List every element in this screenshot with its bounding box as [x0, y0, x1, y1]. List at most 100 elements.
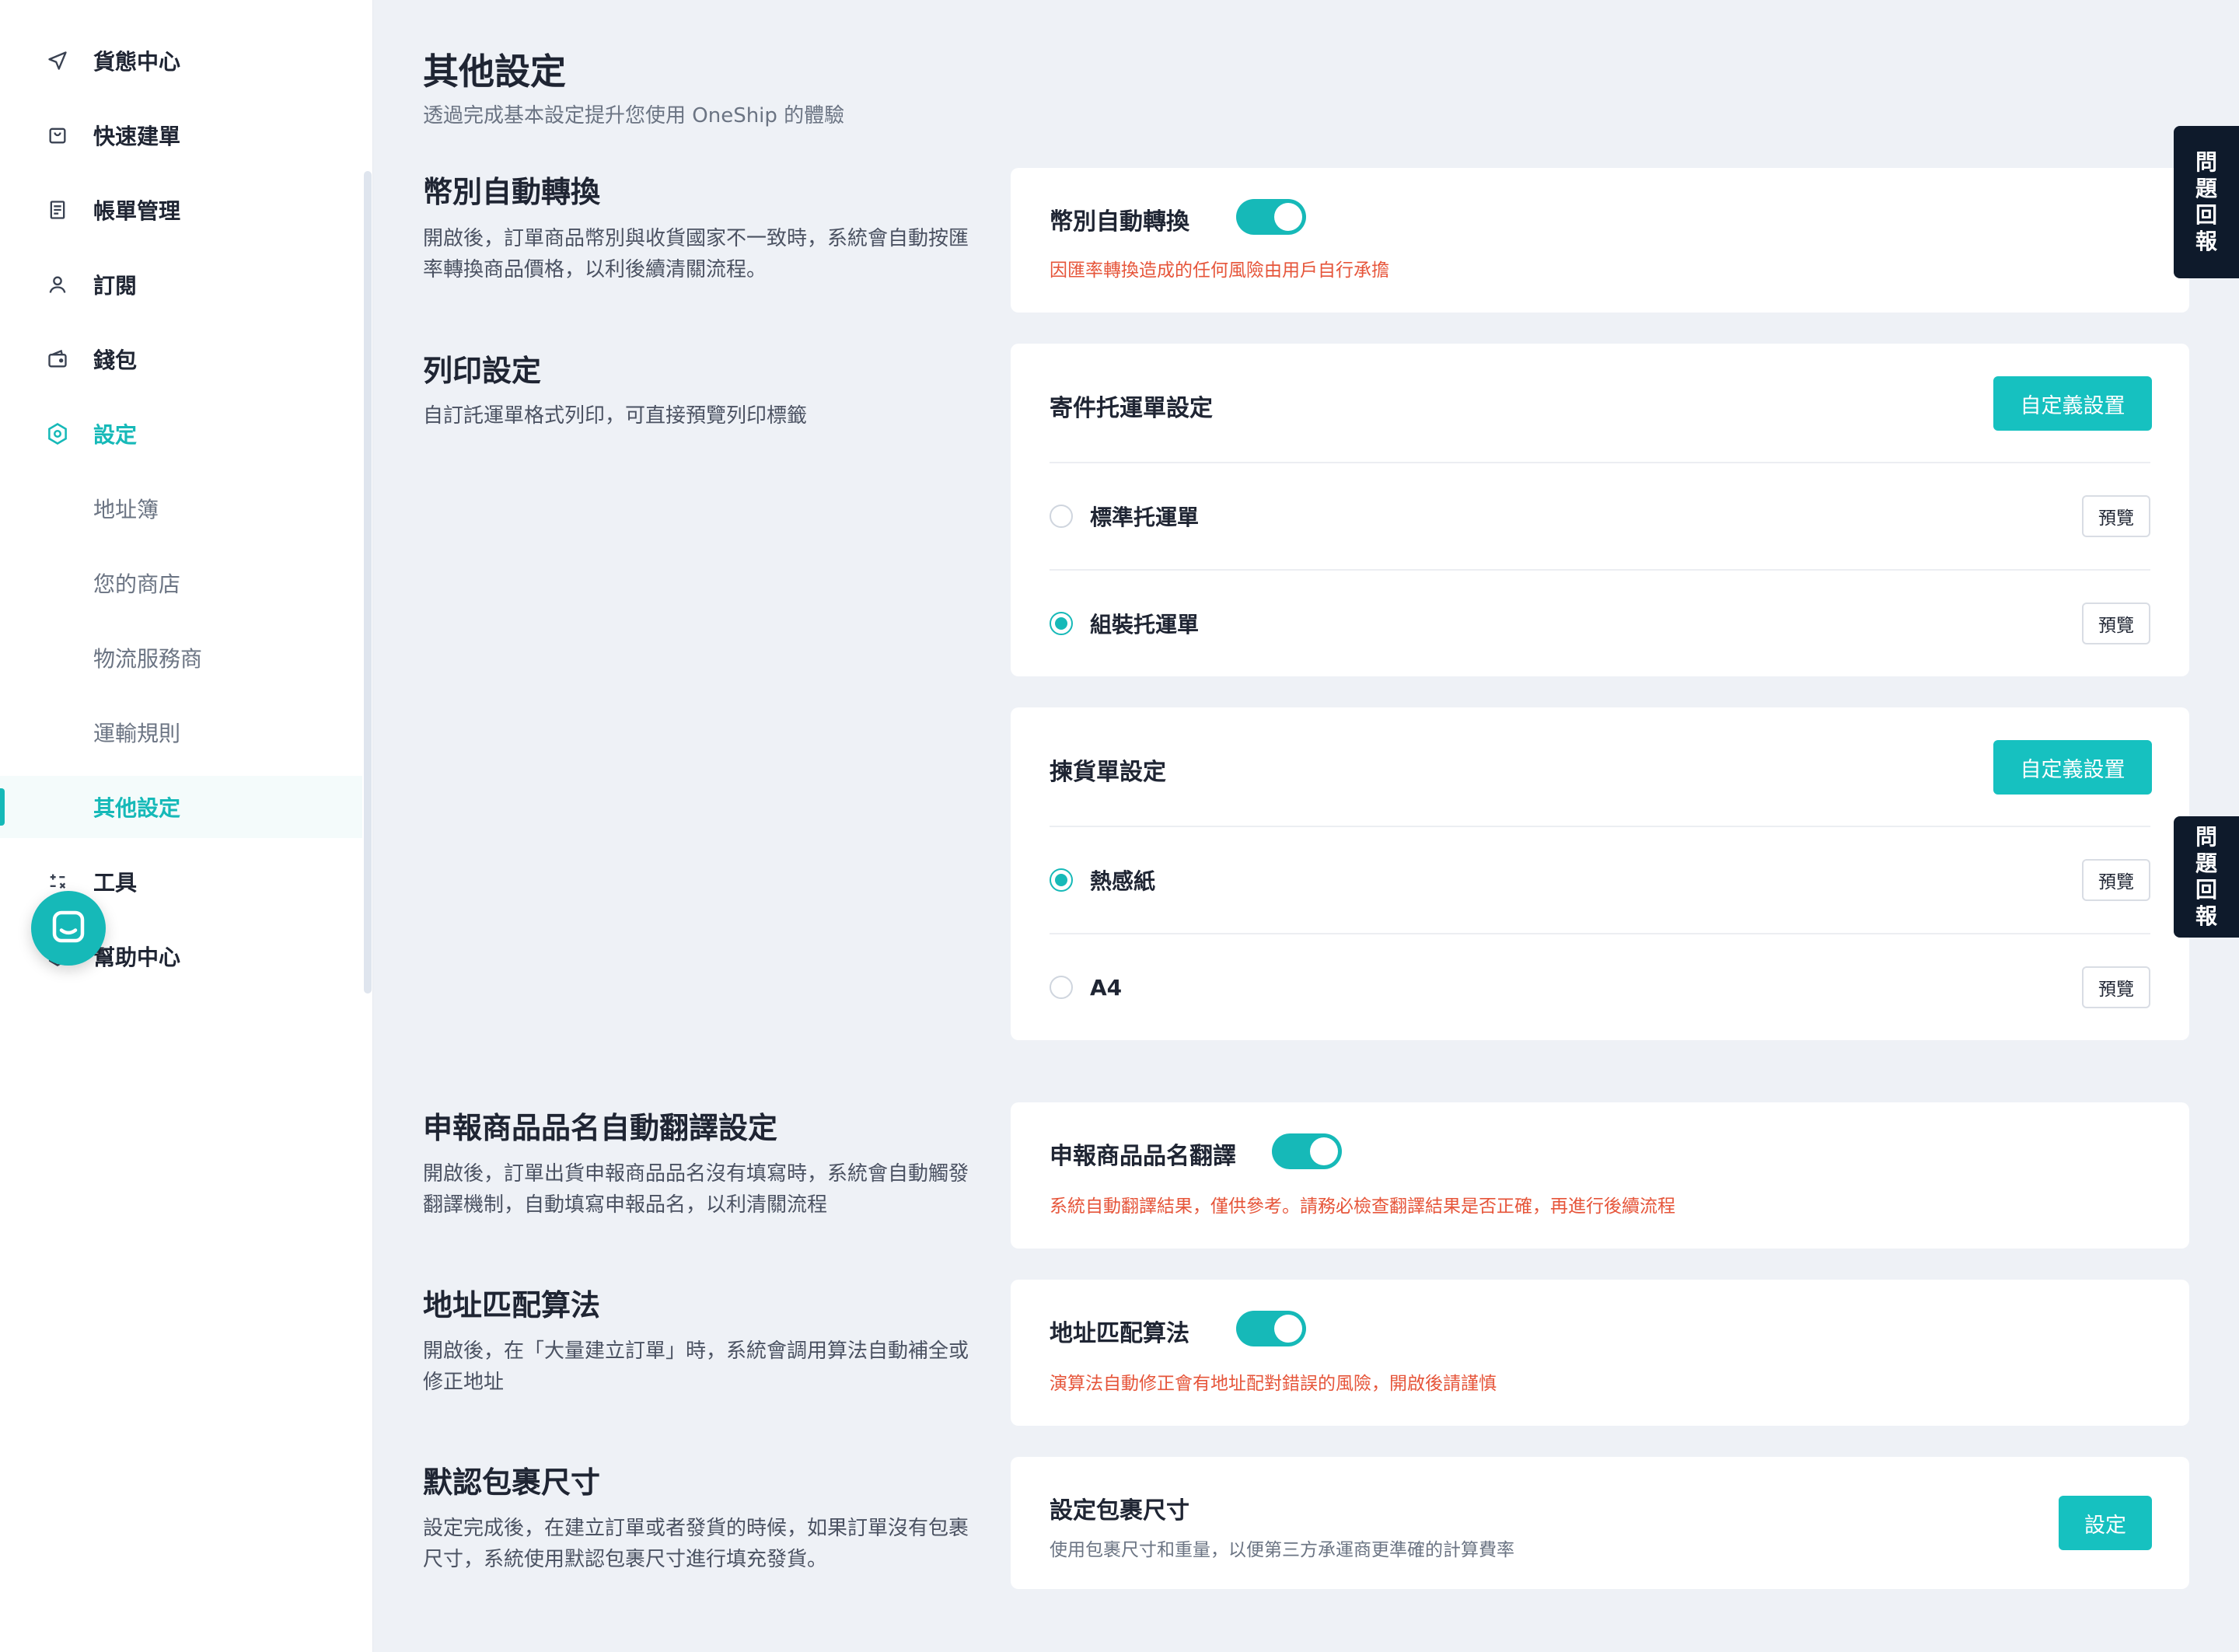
- sidebar-item-label: 帳單管理: [93, 198, 181, 224]
- radio-label: 熱感紙: [1090, 868, 1156, 894]
- sidebar-item-subscription[interactable]: 訂閱: [0, 253, 362, 316]
- card-picking-settings: 揀貨單設定 自定義設置 熱感紙 預覽 A4 預覽: [1011, 707, 2189, 1040]
- chat-support-button[interactable]: [31, 891, 106, 966]
- feedback-char: 題: [2195, 176, 2217, 201]
- sidebar-item-billing[interactable]: 帳單管理: [0, 179, 362, 241]
- section-desc-currency: 開啟後，訂單商品幣別與收貨國家不一致時，系統會自動按匯率轉換商品價格，以利後續清…: [423, 227, 969, 281]
- preview-button-thermal-paper[interactable]: 預覽: [2082, 859, 2150, 901]
- sidebar-sub-other-settings[interactable]: 其他設定: [0, 776, 362, 838]
- sidebar-item-label: 快速建單: [93, 124, 181, 149]
- sidebar-item-settings[interactable]: 設定: [0, 403, 362, 465]
- card-title-translate: 申報商品品名翻譯: [1050, 1143, 1236, 1170]
- translate-warning: 系統自動翻譯結果，僅供參考。請務必檢查翻譯結果是否正確，再進行後續流程: [1050, 1196, 1675, 1217]
- preview-button-standard-waybill[interactable]: 預覽: [2082, 495, 2150, 537]
- page-title: 其他設定: [423, 51, 566, 93]
- radio-thermal-paper[interactable]: [1050, 868, 1073, 892]
- invoice-icon: [45, 197, 70, 222]
- card-translate: 申報商品品名翻譯 系統自動翻譯結果，僅供參考。請務必檢查翻譯結果是否正確，再進行…: [1011, 1102, 2189, 1249]
- radio-a4[interactable]: [1050, 976, 1073, 999]
- feedback-char: 報: [2195, 903, 2217, 929]
- section-title-currency: 幣別自動轉換: [423, 175, 601, 209]
- main-content: 其他設定 透過完成基本設定提升您使用 OneShip 的體驗 幣別自動轉換 開啟…: [373, 0, 2239, 1652]
- shopping-bag-icon: [45, 123, 70, 148]
- toggle-knob: [1274, 203, 1302, 231]
- feedback-char: 回: [2195, 202, 2217, 228]
- sidebar-sub-address-book[interactable]: 地址簿: [0, 477, 362, 540]
- feedback-char: 題: [2195, 850, 2217, 876]
- card-package: 設定包裹尺寸 使用包裹尺寸和重量，以便第三方承運商更準確的計算費率 設定: [1011, 1457, 2189, 1589]
- toggle-knob: [1310, 1137, 1338, 1165]
- preview-button-assembled-waybill[interactable]: 預覽: [2082, 602, 2150, 644]
- card-title-picking: 揀貨單設定: [1050, 759, 1166, 786]
- divider: [1050, 826, 2150, 827]
- card-title-currency: 幣別自動轉換: [1050, 208, 1189, 236]
- wallet-icon: [45, 347, 70, 372]
- section-title-print: 列印設定: [423, 354, 542, 388]
- sidebar-sub-label: 運輸規則: [93, 721, 181, 746]
- card-title-address: 地址匹配算法: [1050, 1320, 1189, 1347]
- sidebar-sub-shipping-rules[interactable]: 運輸規則: [0, 701, 362, 763]
- sidebar-sub-label: 您的商店: [93, 571, 181, 597]
- feedback-tab[interactable]: 問 題 回 報: [2174, 126, 2239, 278]
- radio-option-assembled-waybill[interactable]: 組裝托運單 預覽: [1050, 600, 2150, 647]
- section-desc-address: 開啟後，在「大量建立訂單」時，系統會調用算法自動補全或修正地址: [423, 1339, 969, 1394]
- feedback-tab-secondary[interactable]: 問 題 回 報: [2174, 816, 2239, 938]
- radio-label: A4: [1090, 974, 1123, 1001]
- section-desc-package: 設定完成後，在建立訂單或者發貨的時候，如果訂單沒有包裹尺寸，系統使用默認包裹尺寸…: [423, 1517, 969, 1571]
- sidebar-item-label: 訂閱: [93, 273, 138, 299]
- feedback-char: 問: [2195, 149, 2217, 175]
- sidebar-sub-logistics-providers[interactable]: 物流服務商: [0, 627, 362, 689]
- sidebar-sub-label: 其他設定: [93, 795, 181, 821]
- sidebar-item-label: 幫助中心: [93, 945, 181, 970]
- card-title-waybill: 寄件托運單設定: [1050, 395, 1213, 422]
- preview-button-a4[interactable]: 預覽: [2082, 966, 2150, 1008]
- section-desc-translate: 開啟後，訂單出貨申報商品品名沒有填寫時，系統會自動觸發翻譯機制，自動填寫申報品名…: [423, 1162, 969, 1217]
- sidebar-item-label: 設定: [93, 422, 138, 448]
- active-indicator: [0, 788, 5, 826]
- radio-option-a4[interactable]: A4 預覽: [1050, 964, 2150, 1011]
- sidebar-item-label: 工具: [93, 870, 138, 896]
- divider: [1050, 462, 2150, 463]
- card-currency: 幣別自動轉換 因匯率轉換造成的任何風險由用戶自行承擔: [1011, 168, 2189, 313]
- radio-standard-waybill[interactable]: [1050, 505, 1073, 528]
- radio-label: 標準托運單: [1090, 505, 1200, 530]
- sidebar: 貨態中心 快速建單 帳單管理 訂閱 錢包 設定 地址簿 您的商店 物流服務商 運…: [0, 0, 373, 1652]
- toggle-knob: [1274, 1315, 1302, 1343]
- feedback-char: 問: [2195, 824, 2217, 850]
- address-toggle[interactable]: [1236, 1311, 1306, 1346]
- radio-option-standard-waybill[interactable]: 標準托運單 預覽: [1050, 493, 2150, 540]
- section-title-package: 默認包裹尺寸: [423, 1465, 601, 1500]
- card-address: 地址匹配算法 演算法自動修正會有地址配對錯誤的風險，開啟後請謹慎: [1011, 1280, 2189, 1426]
- sidebar-sub-label: 地址簿: [93, 497, 159, 522]
- chat-icon: [47, 906, 89, 951]
- sidebar-item-wallet[interactable]: 錢包: [0, 328, 362, 390]
- waybill-custom-settings-button[interactable]: 自定義設置: [1993, 376, 2152, 431]
- currency-warning: 因匯率轉換造成的任何風險由用戶自行承擔: [1050, 260, 1389, 281]
- feedback-char: 報: [2195, 229, 2217, 254]
- package-settings-button[interactable]: 設定: [2059, 1496, 2152, 1550]
- sidebar-item-label: 錢包: [93, 348, 138, 373]
- currency-toggle[interactable]: [1236, 199, 1306, 235]
- feedback-char: 回: [2195, 877, 2217, 903]
- section-desc-print: 自訂託運單格式列印，可直接預覽列印標籤: [423, 404, 808, 428]
- sidebar-item-label: 貨態中心: [93, 49, 181, 75]
- navigation-arrow-icon: [45, 48, 70, 73]
- radio-assembled-waybill[interactable]: [1050, 612, 1073, 635]
- radio-option-thermal-paper[interactable]: 熱感紙 預覽: [1050, 857, 2150, 903]
- user-icon: [45, 272, 70, 297]
- sidebar-item-quick-order[interactable]: 快速建單: [0, 104, 362, 166]
- package-hint: 使用包裹尺寸和重量，以便第三方承運商更準確的計算費率: [1050, 1540, 1514, 1560]
- settings-hexagon-icon: [45, 421, 70, 446]
- translate-toggle[interactable]: [1272, 1133, 1342, 1169]
- sidebar-sub-label: 物流服務商: [93, 646, 203, 672]
- divider: [1050, 569, 2150, 571]
- card-waybill-settings: 寄件托運單設定 自定義設置 標準托運單 預覽 組裝托運單 預覽: [1011, 344, 2189, 676]
- section-title-translate: 申報商品品名自動翻譯設定: [423, 1111, 778, 1145]
- sidebar-sub-your-stores[interactable]: 您的商店: [0, 552, 362, 614]
- picking-custom-settings-button[interactable]: 自定義設置: [1993, 740, 2152, 795]
- sidebar-scrollbar[interactable]: [364, 171, 372, 994]
- sidebar-item-shipment-center[interactable]: 貨態中心: [0, 30, 362, 92]
- page-subtitle: 透過完成基本設定提升您使用 OneShip 的體驗: [423, 104, 845, 127]
- divider: [1050, 933, 2150, 934]
- card-title-package: 設定包裹尺寸: [1050, 1497, 1189, 1525]
